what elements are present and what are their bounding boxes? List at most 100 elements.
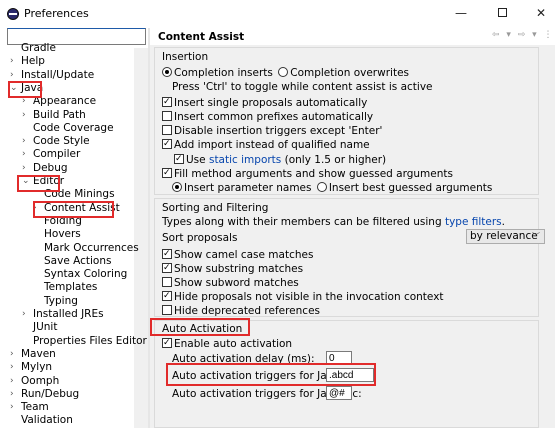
sidebar-item-install-update[interactable]: Install/Update [21,69,94,82]
collapsed-arrow-icon[interactable]: › [10,388,18,401]
insert-parameter-names-radio[interactable] [172,182,182,192]
sidebar-item-run-debug[interactable]: Run/Debug [21,388,79,401]
sidebar-item-oomph[interactable]: Oomph [21,375,59,388]
hide-deprecated-checkbox[interactable] [162,305,172,315]
sort-proposals-label: Sort proposals [162,232,238,244]
hide-invocation-label[interactable]: Hide proposals not visible in the invoca… [174,291,444,303]
substring-checkbox[interactable] [162,262,172,274]
highlight-java [8,81,42,98]
completion-overwrites-label[interactable]: Completion overwrites [290,67,409,79]
history-nav-icons[interactable]: ⇦ ▾ ⇨ ▾ ⋮ [492,30,555,40]
sidebar-item-typing[interactable]: Typing [44,295,78,308]
insert-best-guessed-radio[interactable] [316,182,327,192]
completion-inserts-label[interactable]: Completion inserts [174,67,273,79]
sidebar-scrollbar[interactable] [134,48,148,428]
enable-auto-activation-checkbox[interactable] [162,337,172,349]
single-proposals-label[interactable]: Insert single proposals automatically [174,97,367,109]
collapsed-arrow-icon[interactable]: › [22,162,30,175]
page-header: Content Assist ⇦ ▾ ⇨ ▾ ⋮ [150,28,555,45]
collapsed-arrow-icon[interactable]: › [10,375,18,388]
insertion-group-label: Insertion [162,51,209,63]
sidebar-item-mark-occurrences[interactable]: Mark Occurrences [44,242,139,255]
maximize-button[interactable] [493,5,511,21]
sidebar-item-junit[interactable]: JUnit [33,321,57,334]
sidebar-item-help[interactable]: Help [21,55,45,68]
period: . [501,216,506,228]
sidebar-item-installed-jres[interactable]: Installed JREs [33,308,104,321]
completion-overwrites-radio[interactable] [278,67,289,77]
highlight-java-triggers [166,363,376,386]
type-filters-row: Types along with their members can be fi… [162,216,505,229]
sort-proposals-select[interactable]: by relevance ﹀ [466,229,545,244]
window-title: Preferences [24,7,89,20]
subword-checkbox[interactable] [162,277,172,287]
sidebar-item-save-actions[interactable]: Save Actions [44,255,111,268]
common-prefixes-checkbox[interactable] [162,111,172,121]
insert-best-guessed-label[interactable]: Insert best guessed arguments [329,182,493,194]
collapsed-arrow-icon[interactable]: › [22,308,30,321]
javadoc-triggers-input[interactable] [326,386,352,400]
sidebar-item-gradle[interactable]: Gradle [21,42,56,55]
camel-case-row[interactable]: Show camel case matches [162,248,313,262]
add-import-row[interactable]: Add import instead of qualified name [162,138,370,152]
fill-arguments-row[interactable]: Fill method arguments and show guessed a… [162,167,453,181]
hide-deprecated-row[interactable]: Hide deprecated references [162,305,320,318]
disable-triggers-checkbox[interactable] [162,125,172,135]
subword-row[interactable]: Show subword matches [162,277,299,290]
sidebar-item-templates[interactable]: Templates [44,281,97,294]
single-proposals-row[interactable]: Insert single proposals automatically [162,96,367,110]
collapsed-arrow-icon[interactable]: › [10,361,18,374]
sidebar-item-syntax-coloring[interactable]: Syntax Coloring [44,268,127,281]
hide-invocation-row[interactable]: Hide proposals not visible in the invoca… [162,290,444,304]
disable-triggers-label[interactable]: Disable insertion triggers except 'Enter… [174,125,382,137]
sidebar-item-compiler[interactable]: Compiler [33,148,80,161]
common-prefixes-row[interactable]: Insert common prefixes automatically [162,111,373,124]
common-prefixes-label[interactable]: Insert common prefixes automatically [174,111,373,123]
hide-invocation-checkbox[interactable] [162,290,172,302]
type-filters-text: Types along with their members can be fi… [162,216,442,228]
hide-deprecated-label[interactable]: Hide deprecated references [174,305,320,317]
add-import-label[interactable]: Add import instead of qualified name [174,139,370,151]
enable-auto-activation-label[interactable]: Enable auto activation [174,338,292,350]
single-proposals-checkbox[interactable] [162,96,172,108]
collapsed-arrow-icon[interactable]: › [22,135,30,148]
sidebar-item-hovers[interactable]: Hovers [44,228,81,241]
use-static-imports-checkbox[interactable] [174,153,184,165]
camel-case-checkbox[interactable] [162,248,172,260]
sidebar-item-appearance[interactable]: Appearance [33,95,96,108]
add-import-checkbox[interactable] [162,138,172,150]
sidebar-item-code-style[interactable]: Code Style [33,135,90,148]
static-imports-link[interactable]: static imports [209,154,281,166]
sort-proposals-value: by relevance [470,230,538,242]
collapsed-arrow-icon[interactable]: › [10,55,18,68]
sidebar-item-team[interactable]: Team [21,401,49,414]
subword-label[interactable]: Show subword matches [174,277,299,289]
eclipse-icon [7,8,19,20]
close-button[interactable]: ✕ [532,5,550,21]
camel-case-label[interactable]: Show camel case matches [174,249,313,261]
collapsed-arrow-icon[interactable]: › [22,148,30,161]
collapsed-arrow-icon[interactable]: › [22,109,30,122]
sidebar-item-mylyn[interactable]: Mylyn [21,361,52,374]
sidebar-item-build-path[interactable]: Build Path [33,109,86,122]
collapsed-arrow-icon[interactable]: › [10,401,18,414]
insert-parameter-names-label[interactable]: Insert parameter names [184,182,311,194]
disable-triggers-row[interactable]: Disable insertion triggers except 'Enter… [162,125,382,138]
type-filters-link[interactable]: type filters [445,216,502,228]
sidebar-item-validation[interactable]: Validation [21,414,73,427]
sidebar-item-debug[interactable]: Debug [33,162,68,175]
fill-arguments-label[interactable]: Fill method arguments and show guessed a… [174,168,453,180]
collapsed-arrow-icon[interactable]: › [10,69,18,82]
completion-inserts-radio[interactable] [162,67,172,77]
minimize-button[interactable]: — [452,5,470,21]
substring-row[interactable]: Show substring matches [162,262,303,276]
enable-auto-activation-row[interactable]: Enable auto activation [162,337,292,351]
sidebar-item-properties-files-editor[interactable]: Properties Files Editor [33,335,147,348]
substring-label[interactable]: Show substring matches [174,263,303,275]
page-title: Content Assist [158,31,245,43]
sidebar-item-maven[interactable]: Maven [21,348,56,361]
sidebar-item-code-coverage[interactable]: Code Coverage [33,122,114,135]
collapsed-arrow-icon[interactable]: › [10,348,18,361]
use-label[interactable]: Use [186,154,206,166]
fill-arguments-checkbox[interactable] [162,167,172,179]
